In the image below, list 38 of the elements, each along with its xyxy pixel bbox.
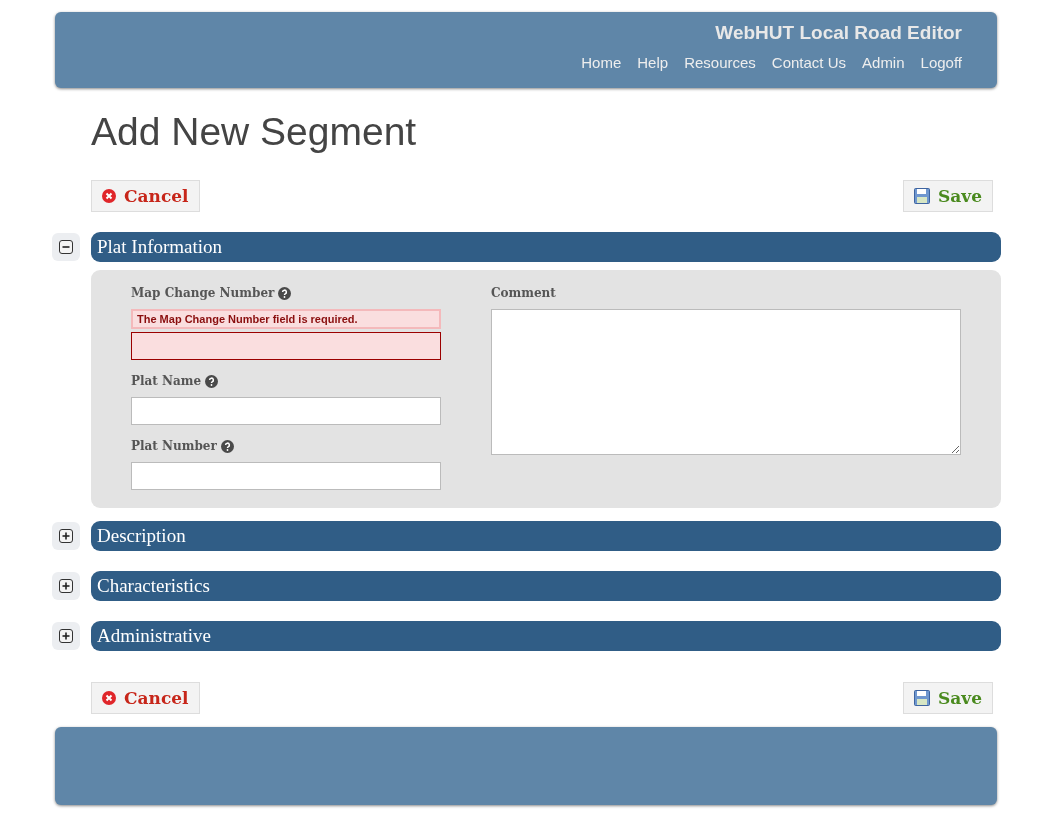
section-header[interactable]: Description [91,521,1001,551]
plus-icon [59,529,73,543]
close-icon [102,189,116,203]
cancel-button[interactable]: Cancel [91,180,200,212]
section-header[interactable]: Plat Information [91,232,1001,262]
field-label: Plat Number [131,439,217,453]
minus-icon [59,240,73,254]
section-header[interactable]: Characteristics [91,571,1001,601]
collapse-button[interactable] [52,233,80,261]
section-header[interactable]: Administrative [91,621,1001,651]
plus-icon [59,579,73,593]
nav-link[interactable]: Admin [862,54,905,71]
save-button[interactable]: Save [903,180,993,212]
error-message: The Map Change Number field is required. [131,309,441,329]
plus-icon [59,629,73,643]
expand-button[interactable] [52,522,80,550]
nav-link[interactable]: Resources [684,54,756,71]
help-icon[interactable] [278,286,292,300]
comment-field[interactable] [491,309,961,455]
expand-button[interactable] [52,622,80,650]
text-field[interactable] [131,462,441,490]
cancel-button[interactable]: Cancel [91,682,200,714]
save-button[interactable]: Save [903,682,993,714]
nav-link[interactable]: Contact Us [771,54,847,71]
field-label: Comment [491,286,557,300]
nav-link[interactable]: Help [637,54,669,71]
field-label: Map Change Number [131,286,275,300]
text-field[interactable] [131,332,441,360]
close-icon [102,691,116,705]
expand-button[interactable] [52,572,80,600]
nav-link[interactable]: Home [581,54,622,71]
text-field[interactable] [131,397,441,425]
nav-link[interactable]: Logoff [920,54,962,71]
app-title: WebHUT Local Road Editor [715,22,962,44]
field-label: Plat Name [131,374,202,388]
help-icon[interactable] [205,374,219,388]
help-icon[interactable] [220,439,234,453]
page-title: Add New Segment [91,110,418,154]
